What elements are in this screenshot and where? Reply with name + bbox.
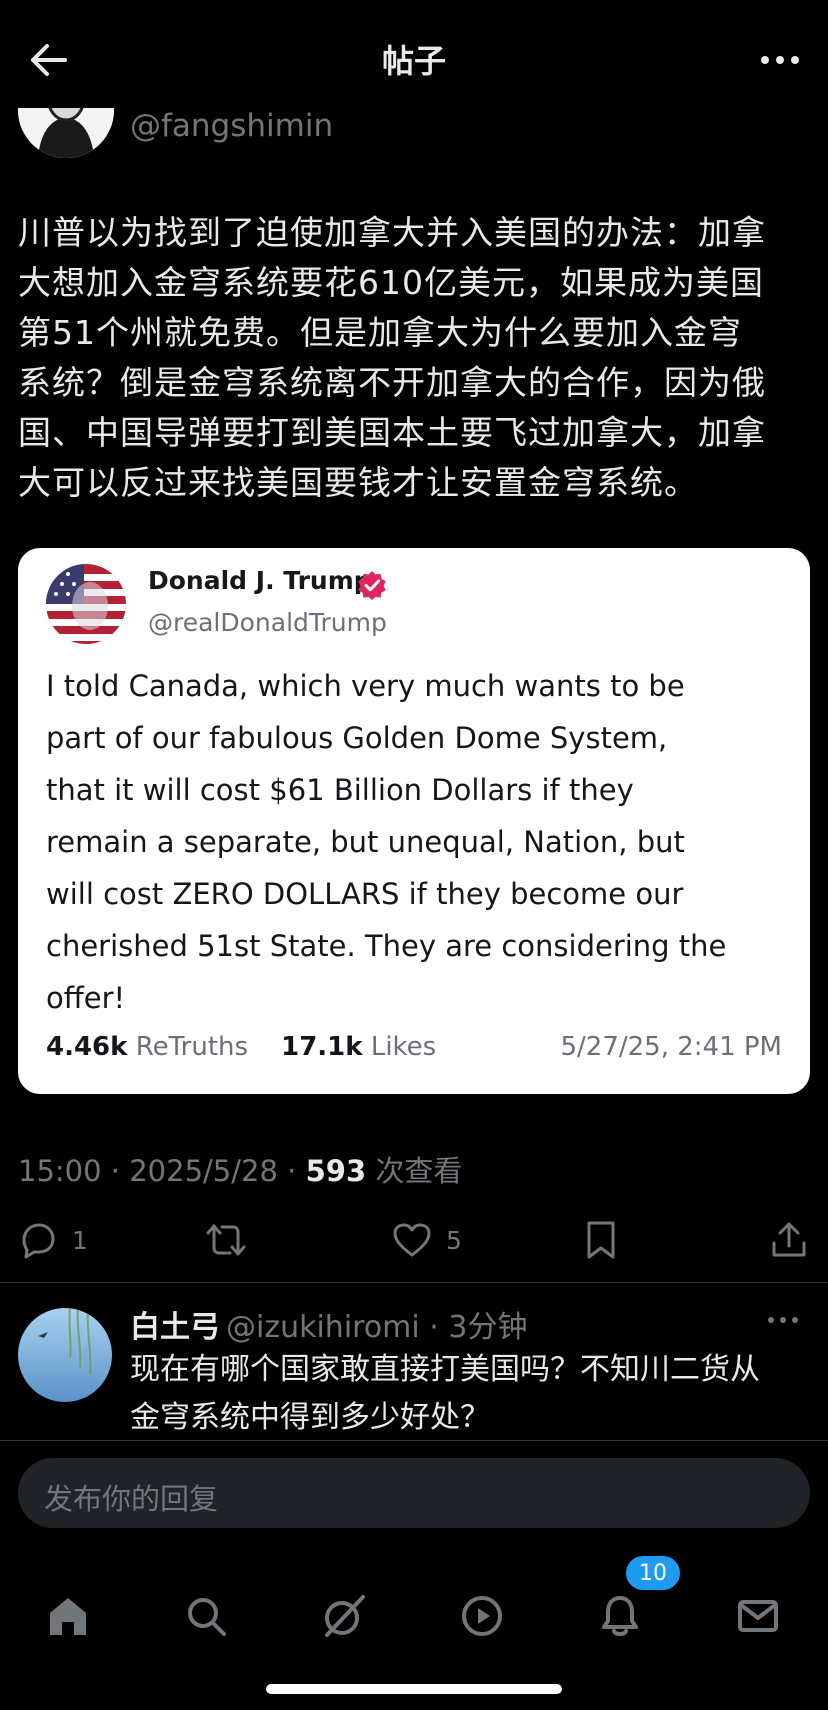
share-icon [772,1222,806,1257]
reply-more-button[interactable] [758,1302,808,1338]
post-text: 川普以为找到了迫使加拿大并入美国的办法：加拿 大想加入金穹系统要花610亿美元，… [18,213,766,502]
retruths-count: 4.46k [46,1032,128,1062]
reply-input[interactable]: 发布你的回复 [18,1458,810,1528]
quoted-post-card[interactable]: Donald J. Trump @realDonaldTrump I told … [18,548,810,1094]
reply-count: 1 [72,1225,88,1255]
bottom-tab-bar [0,1558,828,1668]
quoted-author-handle: @realDonaldTrump [148,608,387,637]
grok-icon [325,1595,365,1637]
top-bar: 帖子 [0,0,828,108]
quoted-post-text: I told Canada, which very much wants to … [46,669,727,1015]
more-dots-icon [761,56,799,64]
tab-home[interactable] [38,1586,98,1646]
likes-label: Likes [370,1032,437,1062]
divider [0,1282,828,1283]
video-icon [462,1596,502,1636]
more-dots-icon [768,1317,798,1323]
post-meta: 15:00 · 2025/5/28 · 593 次查看 [18,1148,462,1190]
reply-author-handle[interactable]: @izukihiromi [226,1310,420,1345]
divider [0,1440,828,1441]
home-indicator [266,1684,562,1694]
quoted-author-avatar [46,564,126,644]
repost-button[interactable] [204,1212,248,1268]
page-title: 帖子 [381,42,446,80]
mail-icon [738,1600,778,1632]
reply-author-name[interactable]: 白土弓 [130,1310,220,1345]
bookmark-button[interactable] [584,1212,618,1268]
likes-count: 17.1k [281,1032,363,1062]
search-icon [188,1598,226,1636]
tab-grok[interactable] [314,1586,374,1646]
post-action-bar: 1 5 [0,1212,828,1272]
tab-search[interactable] [176,1586,236,1646]
home-icon [50,1598,86,1635]
more-options-button[interactable] [752,38,808,82]
bell-icon [602,1596,638,1636]
tab-messages[interactable] [728,1586,788,1646]
heart-icon [393,1223,431,1257]
quoted-post-date: 5/27/25, 2:41 PM [560,1032,782,1062]
quoted-post-stats: 4.46k ReTruths 17.1k Likes [46,1032,436,1062]
notifications-badge: 10 [626,1556,680,1590]
views-count[interactable]: 593 [306,1154,367,1188]
retruths-label: ReTruths [135,1032,249,1062]
reply-text: 现在有哪个国家敢直接打美国吗？不知川二货从 金穹系统中得到多少好处？ [130,1352,760,1435]
repost-icon [206,1224,246,1256]
reply-input-placeholder: 发布你的回复 [44,1482,219,1516]
like-count: 5 [446,1225,462,1255]
like-button[interactable]: 5 [392,1212,462,1268]
reply-header: 白土弓 @izukihiromi · 3分钟 [130,1302,527,1346]
share-button[interactable] [770,1212,808,1268]
reply-avatar[interactable] [18,1308,112,1402]
author-handle[interactable]: @fangshimin [130,108,333,144]
quoted-author-name: Donald J. Trump [148,566,372,595]
reply-button[interactable]: 1 [18,1212,88,1268]
views-label: 次查看 [375,1154,463,1188]
tab-video[interactable] [452,1586,512,1646]
tab-notifications[interactable] [590,1586,650,1646]
verified-badge-icon [357,570,387,600]
reply-time: · 3分钟 [429,1310,528,1345]
bookmark-icon [587,1221,615,1259]
post-timestamp: 15:00 · 2025/5/28 · [18,1154,306,1188]
reply-icon [22,1223,55,1259]
